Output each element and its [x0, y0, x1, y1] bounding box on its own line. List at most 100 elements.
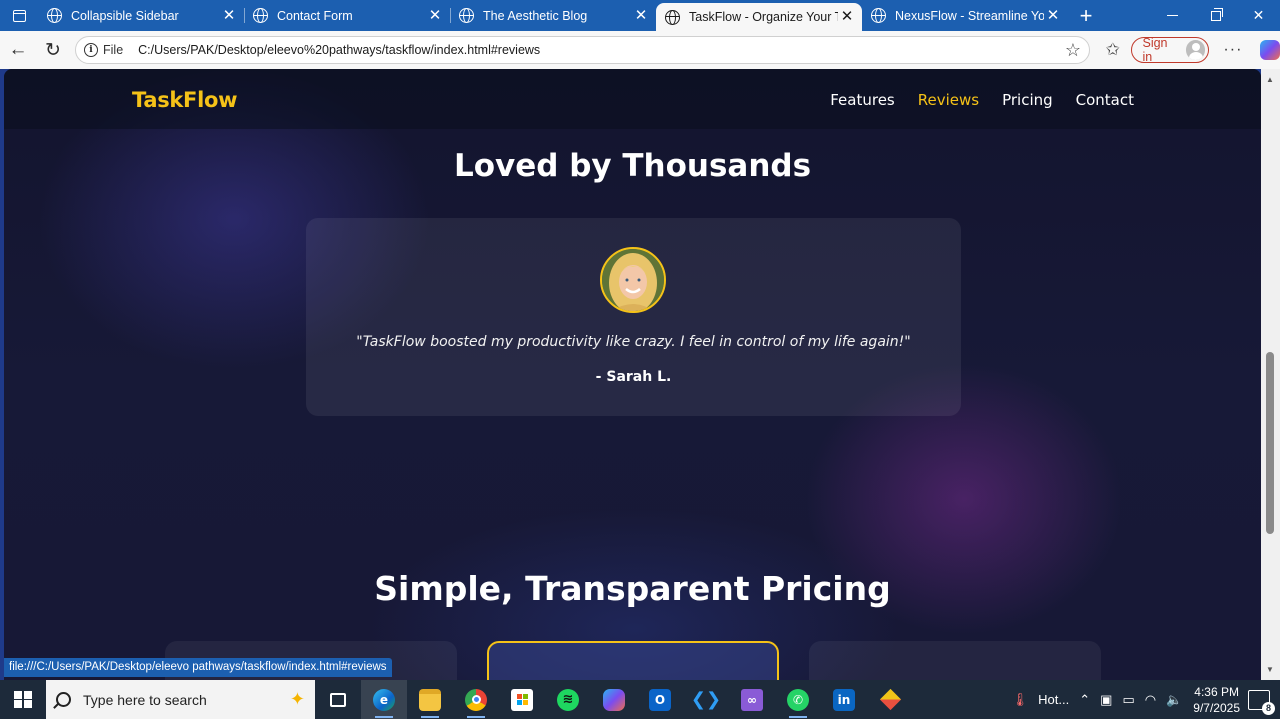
outlook-icon[interactable]: O	[637, 680, 683, 719]
nav-link-contact[interactable]: Contact	[1076, 91, 1134, 109]
tab-title: Contact Form	[277, 8, 353, 23]
volume-icon[interactable]: 🔈	[1166, 692, 1182, 708]
pricing-heading: Simple, Transparent Pricing	[374, 569, 891, 608]
visual-studio-icon[interactable]: ∞	[729, 680, 775, 719]
scroll-up-icon[interactable]: ▲	[1266, 75, 1274, 84]
close-icon[interactable]: ✕	[632, 7, 650, 25]
browser-toolbar: ← ↻ i File C:/Users/PAK/Desktop/eleevo%2…	[0, 31, 1280, 69]
site-navbar: TaskFlow Features Reviews Pricing Contac…	[4, 69, 1261, 129]
file-explorer-icon[interactable]	[407, 680, 453, 719]
close-icon[interactable]: ✕	[426, 7, 444, 25]
tab-title: TaskFlow - Organize Your Task	[689, 10, 838, 24]
minimize-icon	[1167, 15, 1178, 16]
spotify-icon[interactable]: ≋	[545, 680, 591, 719]
restore-button[interactable]	[1194, 0, 1237, 31]
clock-date: 9/7/2025	[1193, 700, 1240, 715]
globe-icon	[253, 8, 268, 23]
close-icon[interactable]: ✕	[220, 7, 238, 25]
nav-links: Features Reviews Pricing Contact	[830, 91, 1134, 109]
tab-actions-icon	[12, 9, 26, 22]
url-text[interactable]: C:/Users/PAK/Desktop/eleevo%20pathways/t…	[138, 43, 540, 57]
address-bar[interactable]: i File C:/Users/PAK/Desktop/eleevo%20pat…	[75, 36, 1090, 64]
pricing-card	[809, 641, 1101, 680]
new-tab-button[interactable]: +	[1068, 0, 1104, 31]
brand-logo[interactable]: TaskFlow	[132, 88, 238, 112]
testimonial-card: "TaskFlow boosted my productivity like c…	[306, 218, 961, 416]
back-button[interactable]: ←	[1, 35, 35, 65]
reviews-heading: Loved by Thousands	[453, 148, 812, 184]
browser-tab-active[interactable]: TaskFlow - Organize Your Task ✕	[656, 3, 862, 31]
tab-actions-button[interactable]	[0, 0, 38, 31]
search-icon	[56, 692, 71, 707]
windows-taskbar: Type here to search ✦ e ≋ O ❮❯ ∞ ✆ in 🌡 …	[0, 680, 1280, 719]
system-tray: 🌡 Hot... ⌃ ▣ ▭ ◠ 🔈 4:36 PM 9/7/2025 8	[1007, 680, 1280, 719]
testimonial-author: - Sarah L.	[595, 369, 672, 385]
close-icon[interactable]: ✕	[838, 8, 856, 26]
close-icon[interactable]: ✕	[1044, 7, 1062, 25]
edge-icon[interactable]: e	[361, 680, 407, 719]
window-controls: ✕	[1151, 0, 1280, 31]
sign-in-label: Sign in	[1142, 36, 1168, 64]
notification-center-icon[interactable]: 8	[1248, 689, 1275, 715]
info-icon[interactable]: i	[84, 43, 98, 57]
minimize-button[interactable]	[1151, 0, 1194, 31]
tab-title: The Aesthetic Blog	[483, 8, 588, 23]
status-bar-url: file:///C:/Users/PAK/Desktop/eleevo path…	[4, 658, 392, 677]
taskbar-search[interactable]: Type here to search ✦	[46, 680, 315, 719]
linkedin-icon[interactable]: in	[821, 680, 867, 719]
browser-tab[interactable]: NexusFlow - Streamline Your W ✕	[862, 0, 1068, 31]
scroll-down-icon[interactable]: ▼	[1266, 665, 1274, 674]
clock-time: 4:36 PM	[1194, 684, 1239, 699]
vscode-icon[interactable]: ❮❯	[683, 680, 729, 719]
favorites-icon[interactable]: ✩	[1100, 40, 1125, 60]
close-window-button[interactable]: ✕	[1237, 0, 1280, 31]
reviewer-avatar	[600, 247, 666, 313]
chrome-icon[interactable]	[453, 680, 499, 719]
search-highlight-icon: ✦	[289, 689, 305, 709]
whatsapp-icon[interactable]: ✆	[775, 680, 821, 719]
chevron-up-icon[interactable]: ⌃	[1079, 692, 1090, 708]
star-icon[interactable]: ☆	[1065, 40, 1081, 61]
nav-link-reviews[interactable]: Reviews	[918, 91, 979, 109]
reviewer-photo-image	[602, 249, 664, 311]
restore-icon	[1210, 7, 1223, 21]
clock[interactable]: 4:36 PM 9/7/2025	[1193, 684, 1240, 716]
testimonial-quote: "TaskFlow boosted my productivity like c…	[356, 334, 911, 350]
toolbar-right: ✩ Sign in ···	[1100, 31, 1280, 69]
sign-in-button[interactable]: Sign in	[1131, 36, 1210, 64]
microsoft-store-icon[interactable]	[499, 680, 545, 719]
nav-link-features[interactable]: Features	[830, 91, 895, 109]
copilot-icon[interactable]	[1260, 40, 1280, 60]
page-viewport: TaskFlow Features Reviews Pricing Contac…	[4, 69, 1261, 680]
pricing-card-featured	[487, 641, 779, 680]
search-placeholder: Type here to search	[83, 691, 207, 708]
meet-now-icon[interactable]: ▣	[1100, 692, 1112, 708]
refresh-button[interactable]: ↻	[36, 35, 70, 65]
globe-icon	[47, 8, 62, 23]
battery-icon[interactable]: ▭	[1122, 692, 1134, 708]
weather-icon[interactable]: 🌡	[1012, 692, 1029, 708]
notification-badge: 8	[1262, 701, 1275, 715]
globe-icon	[665, 9, 680, 25]
start-button[interactable]	[0, 680, 46, 719]
globe-icon	[459, 8, 474, 23]
profile-avatar	[1185, 40, 1206, 60]
git-icon[interactable]	[867, 680, 913, 719]
page-scrollbar[interactable]: ▲ ▼	[1261, 69, 1280, 680]
browser-tab[interactable]: The Aesthetic Blog ✕	[450, 0, 656, 31]
scheme-label: File	[103, 43, 124, 57]
task-view-icon[interactable]	[315, 680, 361, 719]
tab-title: NexusFlow - Streamline Your W	[895, 8, 1044, 23]
wifi-icon[interactable]: ◠	[1145, 692, 1156, 708]
scrollbar-thumb[interactable]	[1266, 352, 1274, 534]
browser-tab[interactable]: Contact Form ✕	[244, 0, 450, 31]
nav-link-pricing[interactable]: Pricing	[1002, 91, 1053, 109]
tab-title: Collapsible Sidebar	[71, 8, 179, 23]
copilot-icon[interactable]	[591, 680, 637, 719]
globe-icon	[871, 8, 886, 23]
browser-tab-strip: Collapsible Sidebar ✕ Contact Form ✕ The…	[0, 0, 1280, 31]
windows-logo-icon	[14, 690, 23, 699]
more-menu-icon[interactable]: ···	[1223, 41, 1242, 59]
weather-label[interactable]: Hot...	[1038, 692, 1069, 707]
browser-tab[interactable]: Collapsible Sidebar ✕	[38, 0, 244, 31]
